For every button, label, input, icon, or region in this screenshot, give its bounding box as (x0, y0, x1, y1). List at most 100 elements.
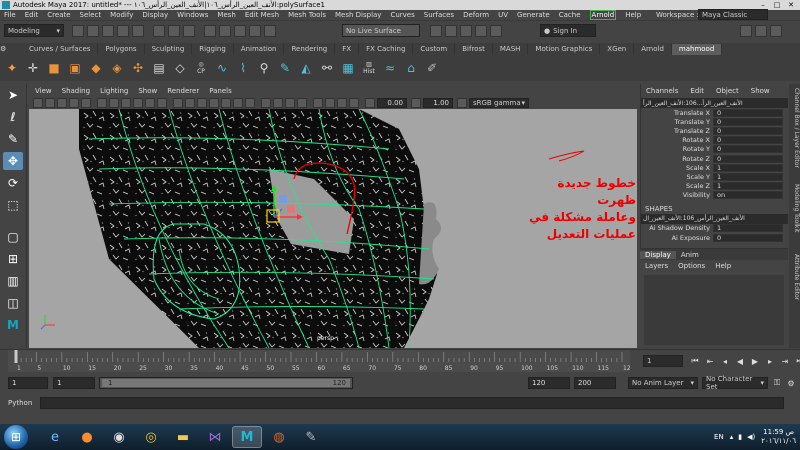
attr-value[interactable]: 0 (713, 233, 783, 242)
panel-menu-panels[interactable]: Panels (209, 87, 232, 95)
camera-attributes-icon[interactable] (33, 97, 43, 108)
open-scene-icon[interactable] (87, 24, 99, 37)
folder-icon[interactable] (72, 24, 84, 37)
cb-menu-object[interactable]: Object (716, 87, 739, 95)
rotate-tool-icon[interactable]: ⟳ (3, 174, 23, 192)
pin-icon[interactable]: ⚲ (256, 60, 272, 76)
attr-scale-x[interactable]: Scale X1 (641, 163, 788, 172)
layer-menu-layers[interactable]: Layers (645, 262, 668, 270)
range-slider-handle[interactable] (102, 379, 350, 387)
xray-components-icon[interactable] (349, 97, 359, 108)
gamma-icon[interactable] (411, 97, 421, 108)
snap-view-icon[interactable] (249, 24, 261, 37)
character-set-select[interactable]: No Character Set ▾ (702, 375, 768, 391)
render-icon[interactable] (445, 24, 457, 37)
volume-icon[interactable]: ◀) (747, 433, 755, 441)
center-pivot-icon[interactable]: ✛ (25, 60, 41, 76)
attr-translate-x[interactable]: Translate X0 (641, 108, 788, 117)
brush-icon[interactable]: ✐ (424, 60, 440, 76)
textured-icon[interactable] (221, 97, 231, 108)
language-indicator[interactable]: EN (714, 433, 724, 441)
attr-rotate-x[interactable]: Rotate X0 (641, 136, 788, 145)
insert-edge-loop-icon[interactable]: ▤ (151, 60, 167, 76)
uv-icon[interactable]: ⌂ (403, 60, 419, 76)
default-lighting-icon[interactable] (197, 97, 207, 108)
layer-list[interactable] (644, 275, 784, 345)
clock[interactable]: 11:59 ص ٢٠١٦/١١/٠٦ (761, 428, 796, 446)
exposure-field[interactable]: 0.00 (377, 97, 407, 108)
render-settings-icon[interactable] (430, 24, 442, 37)
shelf-tab-mahmood[interactable]: mahmood (671, 43, 723, 55)
attr-rotate-y[interactable]: Rotate Y0 (641, 145, 788, 154)
start-button[interactable]: ⊞ (4, 425, 28, 449)
extrude-icon[interactable]: ◈ (109, 60, 125, 76)
step-back-key-icon[interactable]: ⇤ (705, 356, 715, 366)
attr-value[interactable]: on (713, 191, 783, 200)
snap-surface-icon[interactable] (264, 24, 276, 37)
file-explorer-icon[interactable]: ▬ (168, 426, 198, 448)
menu-mesh-tools[interactable]: Mesh Tools (288, 11, 326, 19)
tool-settings-icon[interactable] (770, 24, 782, 37)
cb-menu-show[interactable]: Show (751, 87, 770, 95)
shelf-options-icon[interactable]: ⚙ (0, 45, 22, 53)
panel-menu-shading[interactable]: Shading (62, 87, 90, 95)
panel-menu-view[interactable]: View (35, 87, 52, 95)
snap-curve-icon[interactable] (219, 24, 231, 37)
multisample-aa-icon[interactable] (285, 97, 295, 108)
select-tool-icon[interactable]: ➤ (3, 86, 23, 104)
cb-menu-channels[interactable]: Channels (646, 87, 678, 95)
menu-help[interactable]: Help (625, 11, 641, 19)
bookmark-icon[interactable] (45, 97, 55, 108)
menu-mesh[interactable]: Mesh (217, 11, 235, 19)
shelf-tab-sculpting[interactable]: Sculpting (145, 43, 193, 55)
scene-start-field[interactable]: 1 (8, 377, 48, 389)
side-tab-channel-box[interactable]: Channel Box / Layer Editor (789, 88, 800, 168)
menu-select[interactable]: Select (80, 11, 102, 19)
lasso-tool-icon[interactable]: ℓ (3, 108, 23, 126)
firefox-icon[interactable]: ● (72, 426, 102, 448)
menu-edit-mesh[interactable]: Edit Mesh (245, 11, 279, 19)
workspace-select[interactable]: Maya Classic (698, 9, 768, 20)
use-all-lights-icon[interactable] (233, 97, 243, 108)
play-forward-icon[interactable]: ▶ (750, 356, 760, 366)
menu-deform[interactable]: Deform (463, 11, 489, 19)
object-name[interactable]: الأنف_العين_الرأ...106:الأنف_العين_الرأ (641, 98, 788, 108)
multi-cut-icon[interactable]: ◇ (172, 60, 188, 76)
network-icon[interactable]: ▮ (738, 433, 742, 441)
shelf-tab-motion-graphics[interactable]: Motion Graphics (528, 43, 601, 55)
attr-value[interactable]: 1 (713, 172, 783, 181)
command-language-label[interactable]: Python (0, 399, 40, 407)
isolate-select-icon[interactable] (313, 97, 323, 108)
attr-rotate-z[interactable]: Rotate Z0 (641, 154, 788, 163)
wave-icon[interactable]: ≈ (382, 60, 398, 76)
playback-preferences-icon[interactable]: ⚙ (786, 378, 796, 388)
close-button[interactable]: ✕ (784, 0, 798, 10)
menu-arnold[interactable]: Arnold (589, 10, 617, 20)
step-forward-key-icon[interactable]: ⇥ (780, 356, 790, 366)
viewport-persp[interactable]: persp خطوط جديدة ظهرت وعاملة مشكلة في عم… (29, 109, 637, 348)
move-tool-icon[interactable]: ✥ (3, 152, 23, 170)
attribute-editor-icon[interactable] (755, 24, 767, 37)
graph-editor-view-icon[interactable]: ◫ (3, 294, 23, 312)
layer-menu-options[interactable]: Options (678, 262, 705, 270)
shelf-tab-mash[interactable]: MASH (493, 43, 529, 55)
gamma-field[interactable]: 1.00 (423, 97, 453, 108)
attr-scale-y[interactable]: Scale Y1 (641, 172, 788, 181)
shadows-icon[interactable] (245, 97, 255, 108)
attr-value[interactable]: 1 (713, 163, 783, 172)
frame-icon[interactable]: ▦ (340, 60, 356, 76)
color-management-icon[interactable] (457, 97, 467, 108)
ipr-render-icon[interactable] (460, 24, 472, 37)
step-back-icon[interactable]: ◂ (720, 356, 730, 366)
side-tab-attribute-editor[interactable]: Attribute Editor (789, 254, 800, 300)
select-object-icon[interactable] (168, 24, 180, 37)
attr-value[interactable]: 1 (713, 224, 783, 233)
xray-joints-icon[interactable] (337, 97, 347, 108)
shelf-tab-animation[interactable]: Animation (234, 43, 285, 55)
attr-value[interactable]: 0 (713, 154, 783, 163)
save-scene-icon[interactable] (102, 24, 114, 37)
shelf-tab-rigging[interactable]: Rigging (192, 43, 234, 55)
play-backward-icon[interactable]: ◀ (735, 356, 745, 366)
panel-menu-lighting[interactable]: Lighting (100, 87, 128, 95)
attr-visibility[interactable]: Visibility on (641, 191, 788, 200)
